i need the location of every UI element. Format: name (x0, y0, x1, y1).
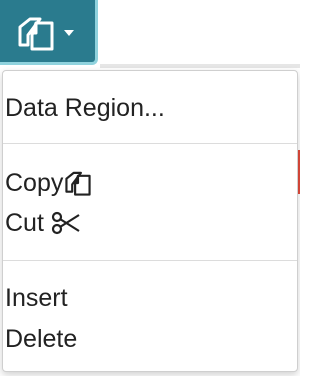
background-toolbar-edge (100, 64, 300, 68)
menu-item-copy[interactable]: Copy (5, 164, 93, 200)
dropdown-menu: Data Region... Copy Cut Insert Delete (2, 70, 298, 372)
copy-dropdown-button[interactable] (0, 0, 98, 65)
menu-item-label: Delete (5, 325, 78, 354)
menu-divider (3, 143, 297, 144)
menu-item-data-region[interactable]: Data Region... (5, 89, 165, 125)
menu-item-delete[interactable]: Delete (5, 320, 77, 356)
screen: Data Region... Copy Cut Insert Delete (0, 0, 300, 376)
menu-item-label: Data Region... (5, 94, 165, 123)
menu-item-label: Cut (5, 209, 44, 238)
copy-icon (65, 172, 92, 197)
menu-item-label: Insert (5, 284, 68, 313)
menu-item-label: Copy (5, 169, 64, 198)
scissors-icon (51, 212, 80, 235)
menu-item-cut[interactable]: Cut (5, 204, 81, 240)
caret-down-icon (64, 30, 74, 36)
copy-icon (18, 17, 54, 51)
menu-divider (3, 260, 297, 261)
menu-item-insert[interactable]: Insert (5, 279, 68, 315)
